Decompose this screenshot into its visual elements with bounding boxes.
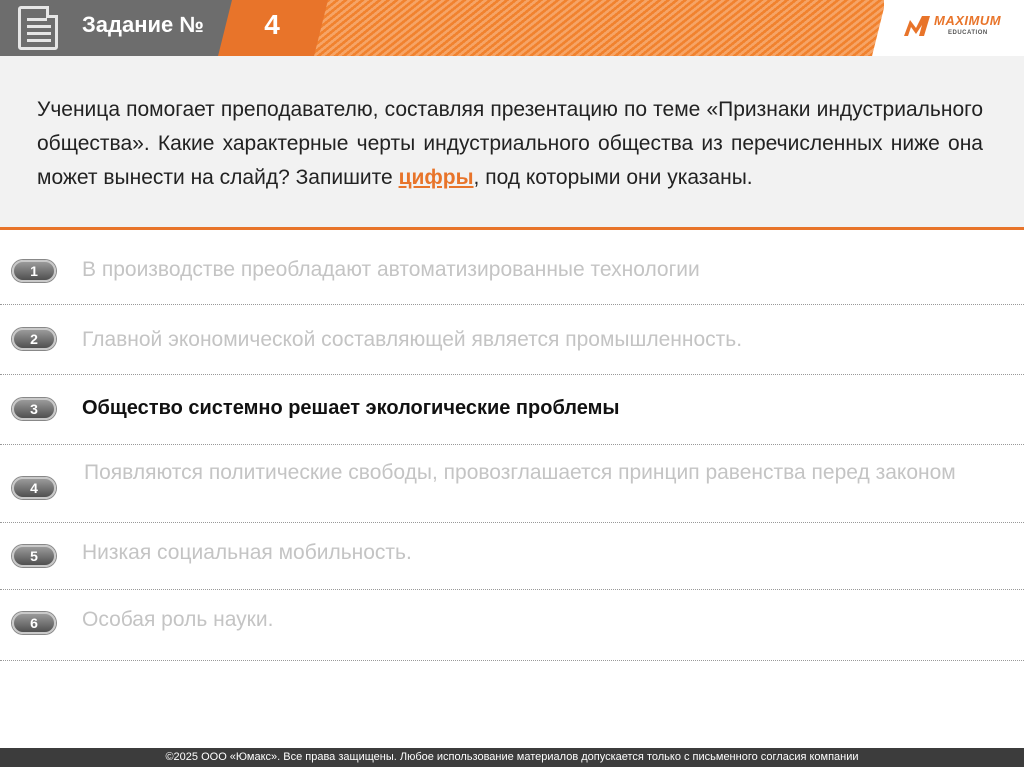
logo-text: MAXIMUM bbox=[934, 13, 1002, 28]
option-number-badge: 1 bbox=[12, 260, 56, 282]
divider bbox=[0, 589, 1024, 590]
logo-subtext: EDUCATION bbox=[948, 30, 988, 36]
option-text: В производстве преобладают автоматизиров… bbox=[82, 258, 700, 281]
question-text: Ученица помогает преподавателю, составля… bbox=[37, 93, 983, 195]
header-bar: Задание № 4 MAXIMUM EDUCATION bbox=[0, 0, 1024, 56]
question-panel: Ученица помогает преподавателю, составля… bbox=[0, 56, 1024, 230]
logo-mark-icon bbox=[904, 16, 930, 36]
copyright-text: ©2025 ООО «Юмакс». Все права защищены. Л… bbox=[165, 751, 859, 763]
option-number-badge: 6 bbox=[12, 612, 56, 634]
option-number-badge: 5 bbox=[12, 545, 56, 567]
question-highlight: цифры bbox=[398, 166, 474, 189]
divider bbox=[0, 522, 1024, 523]
maximum-logo: MAXIMUM EDUCATION bbox=[902, 12, 1012, 44]
option-number-badge: 3 bbox=[12, 398, 56, 420]
footer-bar: ©2025 ООО «Юмакс». Все права защищены. Л… bbox=[0, 748, 1024, 767]
document-icon bbox=[18, 6, 58, 50]
task-title: Задание № bbox=[82, 12, 204, 37]
divider bbox=[0, 374, 1024, 375]
option-text: Низкая социальная мобильность. bbox=[82, 541, 412, 564]
option-text: Особая роль науки. bbox=[82, 608, 274, 631]
divider bbox=[0, 304, 1024, 305]
option-text: Главной экономической составляющей являе… bbox=[82, 328, 743, 351]
divider bbox=[0, 660, 1024, 661]
task-number: 4 bbox=[264, 9, 280, 40]
option-number-badge: 4 bbox=[12, 477, 56, 499]
option-text: Появляются политические свободы, провозг… bbox=[84, 461, 956, 484]
question-text-after: , под которыми они указаны. bbox=[473, 166, 753, 189]
header-stripe-panel bbox=[312, 0, 887, 56]
option-text: Общество системно решает экологические п… bbox=[82, 397, 620, 419]
divider bbox=[0, 444, 1024, 445]
option-number-badge: 2 bbox=[12, 328, 56, 350]
